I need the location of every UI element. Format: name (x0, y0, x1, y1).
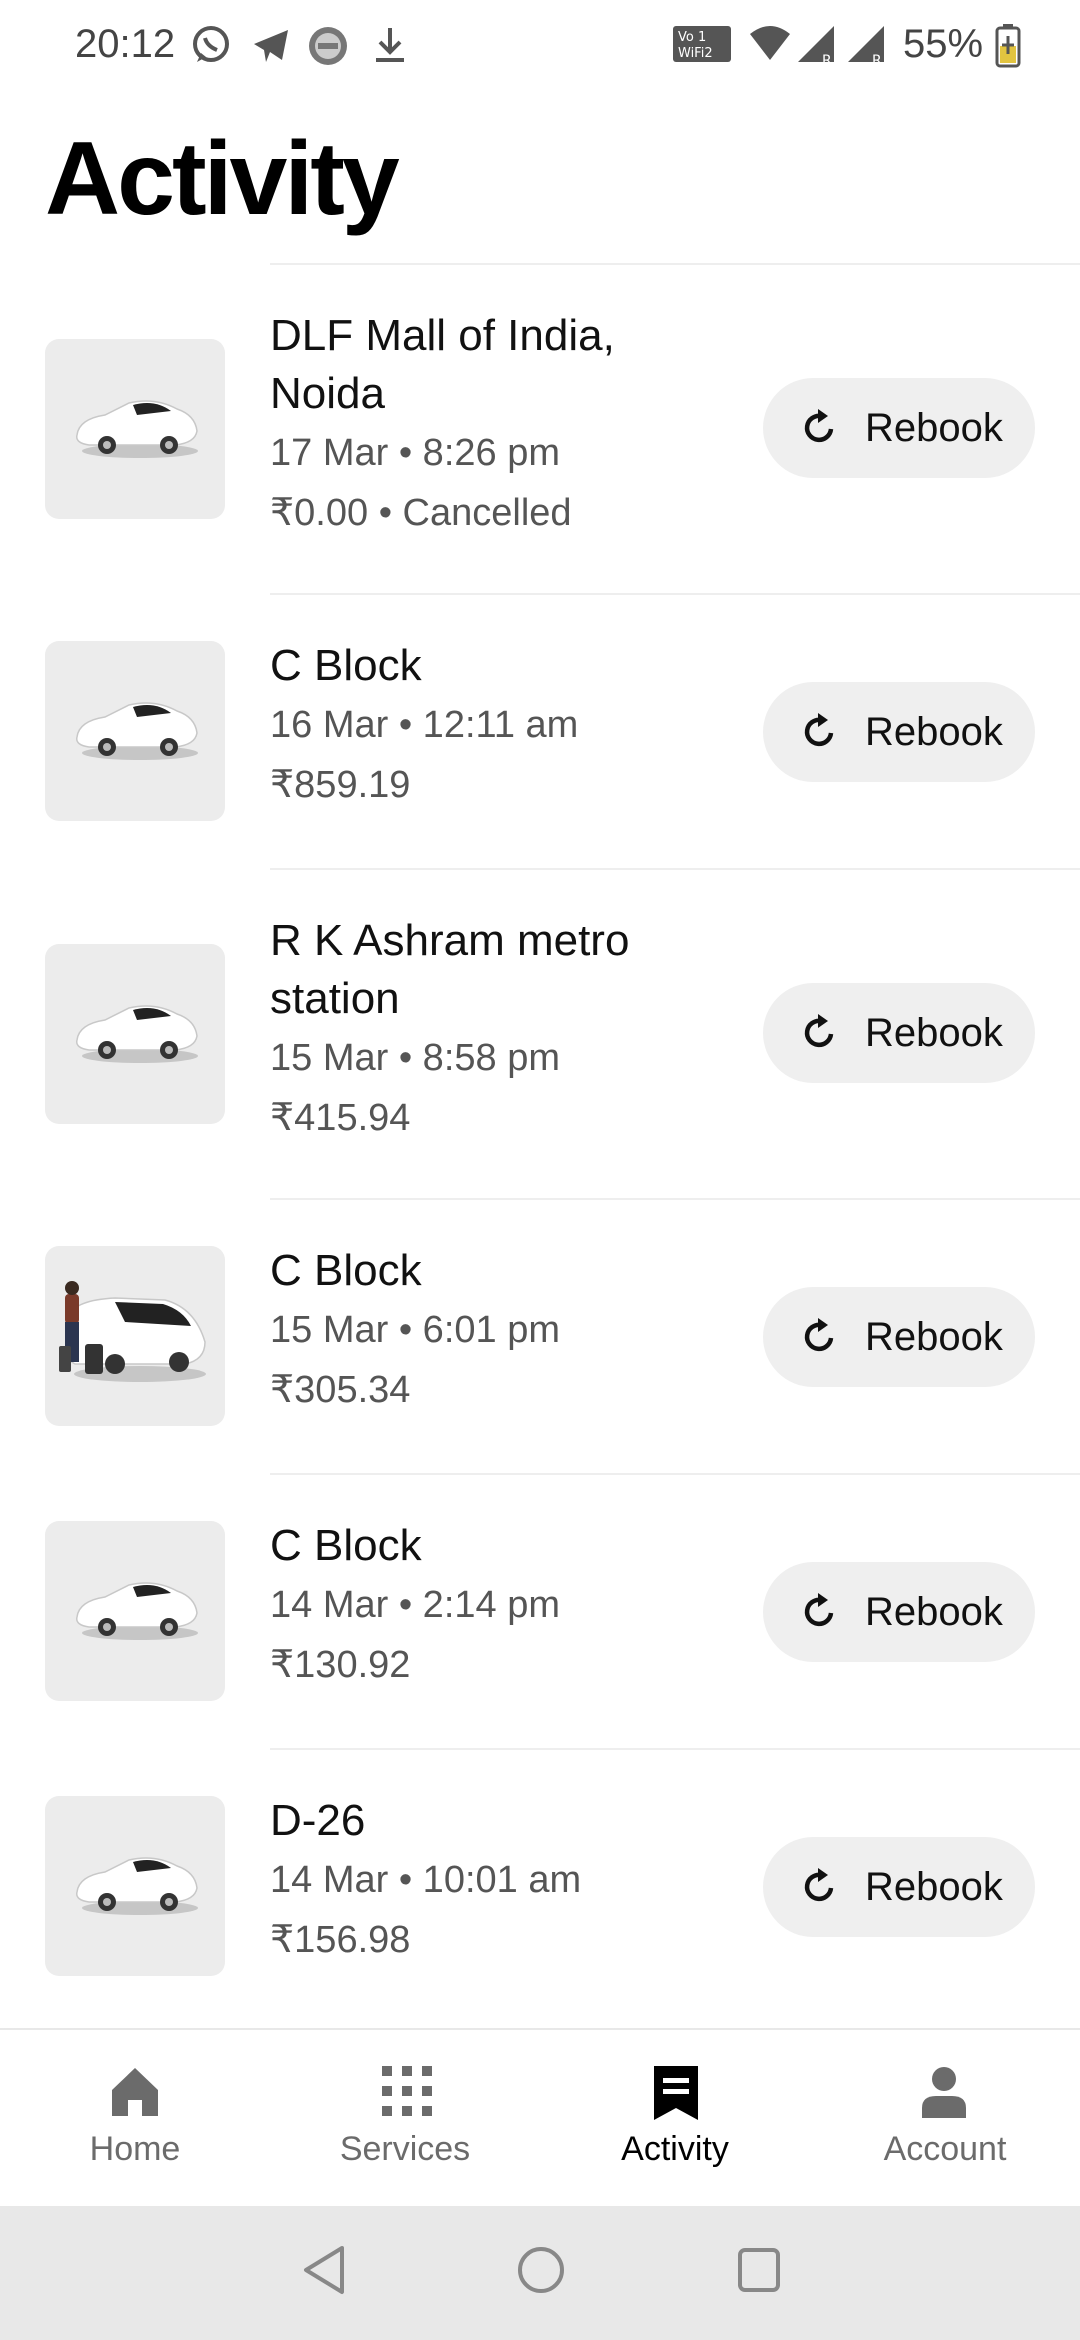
ride-row[interactable]: C Block 15 Mar • 6:01 pm ₹305.34 Rebook (0, 1200, 1080, 1475)
ride-fare: ₹130.92 (270, 1644, 411, 1686)
nav-activity-label: Activity (621, 2130, 729, 2168)
ride-destination: C Block (270, 641, 422, 690)
ride-details: R K Ashram metro station 15 Mar • 8:58 p… (270, 912, 740, 1148)
rebook-label: Rebook (865, 1864, 1003, 1909)
ride-fare: ₹0.00 • Cancelled (270, 492, 572, 534)
rebook-label: Rebook (865, 1589, 1003, 1634)
download-icon (370, 24, 410, 71)
vowifi-icon: Vo 1 WiFi2 (672, 24, 732, 69)
ride-destination: C Block (270, 1521, 422, 1570)
refresh-icon (801, 407, 839, 450)
ride-datetime: 14 Mar • 10:01 am (270, 1859, 582, 1901)
refresh-icon (801, 1316, 839, 1359)
ride-fare: ₹415.94 (270, 1097, 411, 1139)
grid-icon (382, 2066, 432, 2121)
refresh-icon (801, 1866, 839, 1909)
rebook-button[interactable]: Rebook (763, 1562, 1035, 1662)
recents-icon[interactable] (736, 2244, 782, 2301)
wifi-icon (748, 24, 792, 69)
system-nav-bar (0, 2206, 1080, 2340)
battery-charging-icon (995, 24, 1021, 73)
app-badge-icon (306, 24, 350, 73)
rebook-button[interactable]: Rebook (763, 682, 1035, 782)
car-thumbnail (45, 339, 225, 519)
nav-account-label: Account (883, 2130, 1007, 2168)
nav-services[interactable]: Services (270, 2030, 540, 2208)
home-circle-icon[interactable] (516, 2244, 566, 2301)
ride-fare: ₹859.19 (270, 764, 411, 806)
ride-row[interactable]: DLF Mall of India, Noida 17 Mar • 8:26 p… (0, 265, 1080, 595)
van-with-passenger-thumbnail (45, 1246, 225, 1426)
car-thumbnail (45, 1796, 225, 1976)
ride-details: C Block 16 Mar • 12:11 am ₹859.19 (270, 637, 740, 815)
ride-details: C Block 14 Mar • 2:14 pm ₹130.92 (270, 1517, 740, 1695)
svg-text:Vo 1: Vo 1 (678, 30, 706, 45)
nav-account[interactable]: Account (810, 2030, 1080, 2208)
bottom-nav: Home Services Activity Account (0, 2028, 1080, 2206)
ride-details: DLF Mall of India, Noida 17 Mar • 8:26 p… (270, 307, 740, 543)
nav-home[interactable]: Home (0, 2030, 270, 2208)
ride-details: C Block 15 Mar • 6:01 pm ₹305.34 (270, 1242, 740, 1420)
ride-datetime: 15 Mar • 8:58 pm (270, 1037, 560, 1079)
rebook-button[interactable]: Rebook (763, 1837, 1035, 1937)
car-thumbnail (45, 1521, 225, 1701)
ride-fare: ₹156.98 (270, 1919, 411, 1961)
refresh-icon (801, 1012, 839, 1055)
status-bar: 20:12 Vo 1 WiFi2 R R 55% (0, 0, 1080, 95)
car-thumbnail (45, 641, 225, 821)
refresh-icon (801, 1591, 839, 1634)
refresh-icon (801, 711, 839, 754)
battery-percent: 55% (903, 22, 984, 66)
ride-row[interactable]: C Block 14 Mar • 2:14 pm ₹130.92 Rebook (0, 1475, 1080, 1750)
svg-text:R: R (822, 53, 832, 66)
ride-datetime: 15 Mar • 6:01 pm (270, 1309, 560, 1351)
rebook-label: Rebook (865, 405, 1003, 450)
ride-fare: ₹305.34 (270, 1369, 411, 1411)
receipt-icon (654, 2066, 698, 2125)
ride-destination: C Block (270, 1246, 422, 1295)
ride-row[interactable]: C Block 16 Mar • 12:11 am ₹859.19 Rebook (0, 595, 1080, 870)
svg-text:R: R (872, 53, 882, 66)
ride-details: D-26 14 Mar • 10:01 am ₹156.98 (270, 1792, 740, 1970)
svg-text:WiFi2: WiFi2 (678, 46, 713, 61)
ride-destination: R K Ashram metro station (270, 916, 630, 1023)
signal-r-icon: R (846, 24, 888, 71)
rebook-button[interactable]: Rebook (763, 378, 1035, 478)
ride-datetime: 14 Mar • 2:14 pm (270, 1584, 560, 1626)
telegram-icon (250, 24, 292, 71)
rebook-button[interactable]: Rebook (763, 1287, 1035, 1387)
ride-row[interactable]: R K Ashram metro station 15 Mar • 8:58 p… (0, 870, 1080, 1200)
nav-services-label: Services (339, 2130, 471, 2168)
rebook-button[interactable]: Rebook (763, 983, 1035, 1083)
home-icon (110, 2066, 160, 2123)
ride-datetime: 16 Mar • 12:11 am (270, 704, 579, 746)
rebook-label: Rebook (865, 1010, 1003, 1055)
rebook-label: Rebook (865, 1314, 1003, 1359)
ride-destination: DLF Mall of India, Noida (270, 311, 615, 418)
status-time: 20:12 (75, 22, 176, 66)
rebook-label: Rebook (865, 709, 1003, 754)
whatsapp-icon (190, 24, 232, 71)
activity-list[interactable]: DLF Mall of India, Noida 17 Mar • 8:26 p… (0, 265, 1080, 2025)
page-title: Activity (45, 121, 400, 237)
ride-datetime: 17 Mar • 8:26 pm (270, 432, 560, 474)
ride-row[interactable]: D-26 14 Mar • 10:01 am ₹156.98 Rebook (0, 1750, 1080, 2025)
nav-activity[interactable]: Activity (540, 2030, 810, 2208)
nav-home-label: Home (89, 2130, 181, 2168)
person-icon (920, 2066, 968, 2123)
car-thumbnail (45, 944, 225, 1124)
ride-destination: D-26 (270, 1796, 366, 1845)
signal-r-icon: R (796, 24, 838, 71)
back-icon[interactable] (300, 2244, 348, 2301)
